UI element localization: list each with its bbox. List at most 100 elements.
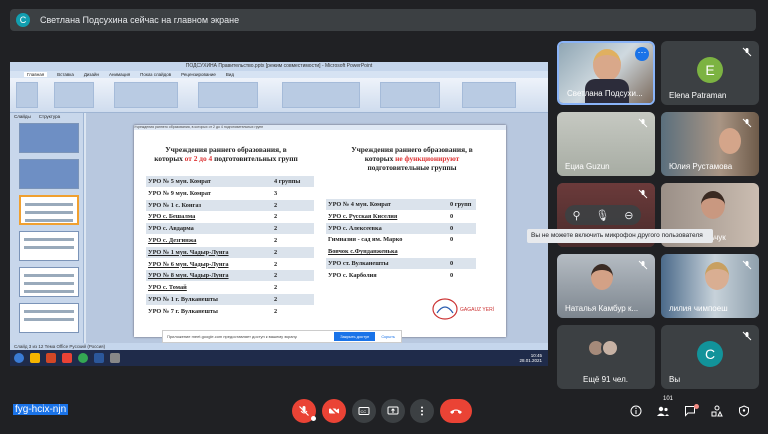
table-row: УРО с. Алексеевка 0 (326, 222, 476, 234)
mic-tooltip: Вы не можете включить микрофон другого п… (527, 229, 713, 243)
host-controls-button[interactable] (735, 402, 753, 420)
right-table: УРО № 4 мун. Комрат 0 групп УРО с. Русская… (326, 199, 476, 289)
slide-thumbnail-selected[interactable] (19, 195, 79, 225)
ribbon-tab-slideshow[interactable]: Показ слайдов (140, 72, 171, 77)
slide-thumbnail[interactable] (19, 123, 79, 153)
powerpoint-icon[interactable] (46, 353, 56, 363)
meeting-details-button[interactable] (627, 402, 645, 420)
tab-outline[interactable]: Структура (39, 114, 60, 119)
ribbon-tab-insert[interactable]: Вставка (57, 72, 74, 77)
mic-off-icon (638, 118, 648, 128)
table-row: УРО № 5 мун. Комрат 4 группы (146, 176, 314, 187)
ribbon-tab-review[interactable]: Рецензирование (181, 72, 216, 77)
slide-thumbnail[interactable] (19, 159, 79, 189)
table-cell-value: 0 (450, 271, 454, 279)
table-cell-value: 0 (450, 212, 454, 220)
ribbon-tab-view[interactable]: Вид (226, 72, 234, 77)
table-row: УРО с. Томай 2 (146, 282, 314, 293)
pin-icon[interactable]: ⚲ (572, 209, 580, 222)
chrome-icon[interactable] (78, 353, 88, 363)
right-heading-highlight: не функционируют (395, 154, 460, 163)
meeting-code[interactable]: fyg-hcix-njn (13, 404, 69, 415)
slide-strip-text: Учреждения раннего образования, в которы… (134, 125, 506, 130)
slides-group[interactable] (54, 82, 94, 108)
start-icon[interactable] (14, 353, 24, 363)
activities-button[interactable] (708, 402, 726, 420)
participant-tile-presenter[interactable]: ⋯ Светлана Подсухи... (557, 41, 655, 105)
left-heading-line2: которых от 2 до 4 подготовительных групп (154, 154, 298, 163)
ribbon-tab-animation[interactable]: Анимация (109, 72, 130, 77)
more-options-button[interactable] (410, 399, 434, 423)
editing-group[interactable] (462, 82, 516, 108)
mic-off-icon (638, 189, 648, 199)
participant-tile[interactable]: Юлия Рустамова (661, 112, 759, 176)
paste-icon[interactable] (16, 82, 38, 108)
table-row: УРО с. Карболия 0 (326, 270, 476, 281)
chat-notification-dot (694, 404, 699, 409)
shape-styles-group[interactable] (380, 82, 440, 108)
mic-off-icon (638, 260, 648, 270)
table-row: УРО № 1 мун. Чадыр-Лунга 2 (146, 246, 314, 258)
right-heading-line1: Учреждения раннего образования, в (351, 145, 473, 154)
more-participants-tile[interactable]: Ещё 91 чел. (557, 325, 655, 389)
more-options-icon[interactable]: ⋯ (635, 47, 649, 61)
explorer-icon[interactable] (30, 353, 40, 363)
captions-button[interactable]: CC (352, 399, 376, 423)
self-name: Вы (669, 375, 681, 384)
table-cell-value: 2 (274, 260, 278, 268)
table-cell-value: 0 (450, 260, 454, 267)
table-cell-value: 2 (274, 307, 278, 315)
table-row: УРО № 1 г. Вулканешты 2 (146, 294, 314, 305)
ribbon-tab-home[interactable]: Главная (24, 72, 48, 77)
tab-slides[interactable]: Слайды (14, 114, 31, 119)
participant-avatar: E (697, 57, 723, 83)
table-cell-name: УРО с. Бешалма (148, 213, 196, 221)
table-cell-value: 3 (274, 189, 278, 197)
present-screen-button[interactable] (381, 399, 405, 423)
slide-thumbnail[interactable] (19, 303, 79, 333)
participant-tile[interactable]: Ециа Guzun (557, 112, 655, 176)
table-cell-name: УРО № 1 с. Конгаз (148, 201, 202, 209)
word-icon[interactable] (94, 353, 104, 363)
table-cell-name: УРО с. Алексеевка (328, 224, 382, 232)
drawing-group[interactable] (282, 82, 360, 108)
left-heading-highlight: от 2 до 4 (184, 154, 213, 163)
paragraph-group[interactable] (198, 82, 258, 108)
hide-notification-button[interactable]: Скрыть (381, 334, 395, 339)
svg-text:CC: CC (361, 409, 367, 414)
slides-panel-tabs: Слайды Структура (14, 114, 60, 119)
app-icon[interactable] (110, 353, 120, 363)
slide-thumbnail[interactable] (19, 231, 79, 261)
participant-tile[interactable]: лилия чимпоеш (661, 254, 759, 318)
people-button[interactable] (654, 402, 672, 420)
table-cell-name: УРО ст. Вулканешты (328, 260, 389, 267)
mic-off-icon (742, 118, 752, 128)
remove-participant-icon[interactable]: ⊖ (624, 209, 633, 222)
table-row: УРО ст. Вулканешты 0 (326, 258, 476, 269)
mic-off-icon (299, 406, 309, 416)
table-cell-name: УРО № 8 мун. Чадыр-Лунга (148, 272, 229, 280)
camera-toggle-button[interactable] (322, 399, 346, 423)
table-cell-name: УРО № 7 г. Вулканешты (148, 307, 218, 315)
ribbon-tab-design[interactable]: Дизайн (84, 72, 99, 77)
slide: Учреждения раннего образования, в которы… (134, 125, 506, 337)
mute-participant-icon[interactable]: 🎙 (595, 209, 609, 222)
table-cell-value: 2 (274, 213, 278, 221)
mic-toggle-button[interactable] (292, 399, 316, 423)
self-tile[interactable]: С Вы (661, 325, 759, 389)
font-group[interactable] (114, 82, 178, 108)
right-heading: Учреждения раннего образования, в которы… (326, 145, 498, 172)
table-cell-name: Вовчок с.Фунданженька (328, 248, 398, 256)
info-icon (630, 405, 642, 417)
stop-sharing-button[interactable]: Закрыть доступ (334, 332, 376, 341)
table-row: УРО № 6 мун. Чадыр-Лунга 2 (146, 259, 314, 270)
right-heading-line3: подготовительные группы (367, 163, 457, 172)
slide-thumbnail[interactable] (19, 267, 79, 297)
table-cell-name: УРО с. Томай (148, 284, 187, 292)
yandex-icon[interactable] (62, 353, 72, 363)
participant-tile[interactable]: E Elena Patraman (661, 41, 759, 105)
leave-call-button[interactable] (440, 399, 472, 423)
mic-off-icon (742, 47, 752, 57)
participant-tile[interactable]: Наталья Камбур к... (557, 254, 655, 318)
participant-name: Наталья Камбур к... (565, 304, 639, 313)
